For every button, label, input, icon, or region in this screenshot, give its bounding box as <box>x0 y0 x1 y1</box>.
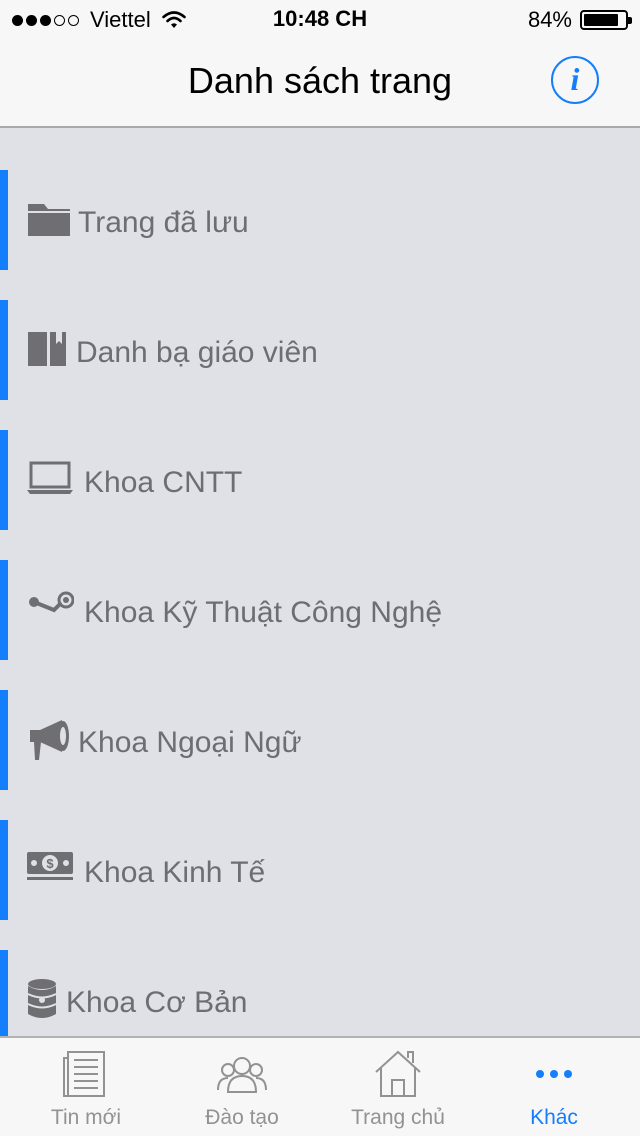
list-item-label: Khoa Kỹ Thuật Công Nghệ <box>84 596 443 629</box>
laptop-icon <box>27 461 73 494</box>
people-icon <box>217 1057 267 1093</box>
tab-dao-tao[interactable]: Đào tạo <box>162 1038 322 1136</box>
list-item-label: Khoa Kinh Tế <box>84 856 266 889</box>
list-item-khoa-cntt[interactable]: Khoa CNTT <box>0 430 640 530</box>
accent-bar <box>0 170 8 270</box>
tab-tin-moi[interactable]: Tin mới <box>6 1038 166 1136</box>
list-item-danh-ba-giao-vien[interactable]: Danh bạ giáo viên <box>0 300 640 400</box>
battery-icon <box>580 10 632 30</box>
home-icon <box>375 1050 421 1097</box>
tab-khac[interactable]: Khác <box>474 1038 634 1136</box>
tab-bar: Tin mới Đào tạo Trang chủ Khác <box>0 1036 640 1136</box>
page-list: Trang đã lưu Danh bạ giáo viên Khoa CNTT… <box>0 130 640 1036</box>
list-item-label: Danh bạ giáo viên <box>76 336 318 369</box>
accent-bar <box>0 300 8 400</box>
accent-bar <box>0 560 8 660</box>
tab-label: Đào tạo <box>205 1106 279 1129</box>
list-item-khoa-ngoai-ngu[interactable]: Khoa Ngoại Ngữ <box>0 690 640 790</box>
tab-label: Tin mới <box>50 1106 122 1129</box>
accent-bar <box>0 430 8 530</box>
list-item-label: Khoa Cơ Bản <box>66 986 248 1019</box>
more-icon <box>536 1070 572 1078</box>
battery-fill <box>584 14 618 26</box>
info-circle-icon: i <box>570 61 580 97</box>
folder-icon <box>28 204 70 236</box>
battery-nub <box>628 17 632 24</box>
list-item-label: Khoa Ngoại Ngữ <box>78 726 302 759</box>
list-item-label: Trang đã lưu <box>78 206 249 239</box>
list-item-trang-da-luu[interactable]: Trang đã lưu <box>0 170 640 270</box>
accent-bar <box>0 690 8 790</box>
list-item-khoa-kinh-te[interactable]: $ Khoa Kinh Tế <box>0 820 640 920</box>
money-icon: $ <box>27 852 73 880</box>
news-icon <box>63 1051 105 1097</box>
status-right: 84% <box>527 6 632 34</box>
steam-icon <box>29 591 74 613</box>
accent-bar <box>0 820 8 920</box>
accent-bar <box>0 950 8 1036</box>
book-icon <box>28 332 66 366</box>
list-item-label: Khoa CNTT <box>84 466 243 499</box>
svg-text:$: $ <box>46 856 54 871</box>
info-button[interactable]: i <box>551 56 599 104</box>
tab-label: Khác <box>530 1106 578 1129</box>
tab-trang-chu[interactable]: Trang chủ <box>318 1038 478 1136</box>
tab-label: Trang chủ <box>351 1106 445 1129</box>
status-bar: Viettel 10:48 CH 84% <box>0 0 640 40</box>
battery-percent: 84% <box>527 7 572 32</box>
navigation-bar: Danh sách trang i <box>0 40 640 128</box>
list-item-khoa-co-ban[interactable]: Khoa Cơ Bản <box>0 950 640 1036</box>
megaphone-icon <box>30 720 69 760</box>
list-item-khoa-ky-thuat-cong-nghe[interactable]: Khoa Kỹ Thuật Công Nghệ <box>0 560 640 660</box>
page-title: Danh sách trang <box>187 60 453 101</box>
